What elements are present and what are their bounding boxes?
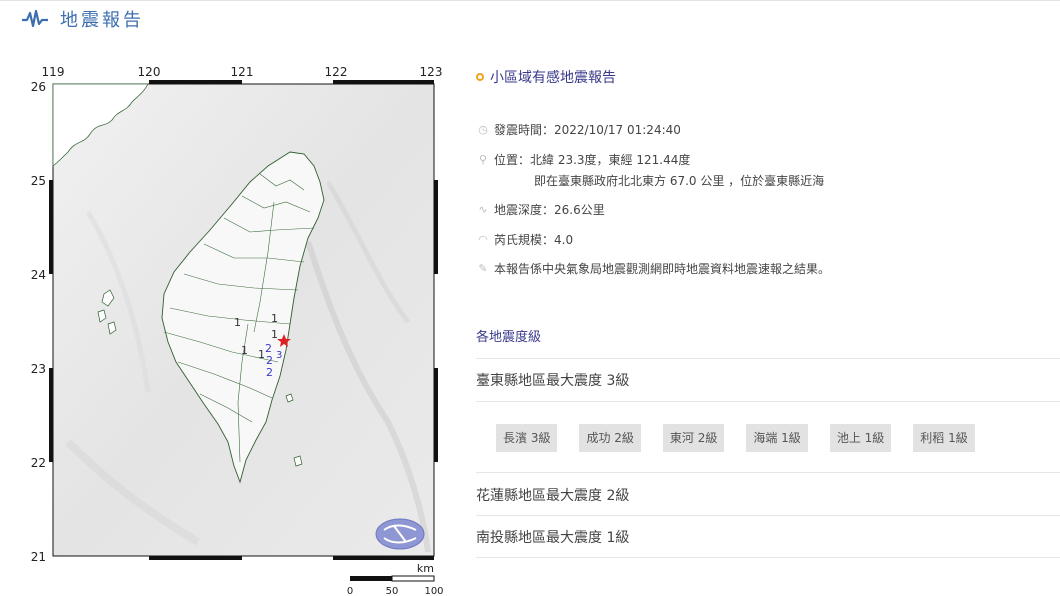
lat-label: 22 <box>31 456 46 470</box>
intensity-mark: 1 <box>234 316 241 329</box>
intensity-mark: 1 <box>271 328 278 341</box>
county-nantou-heading[interactable]: 南投縣地區最大震度 1級 <box>476 527 629 547</box>
lon-label: 121 <box>231 65 254 79</box>
scale-bar: km 0 50 100 <box>347 562 444 596</box>
station-chip-list: 長濱 3級 成功 2級 東河 2級 海端 1級 池上 1級 利稻 1級 <box>496 424 997 452</box>
quake-location: 北緯 23.3度，東經 121.44度 <box>530 153 691 167</box>
lat-label: 26 <box>31 80 46 94</box>
divider <box>476 515 1060 516</box>
earthquake-map[interactable]: 1 1 1 1 1 2 2 3 2 119 120 121 122 123 26… <box>28 62 448 596</box>
quake-depth: 26.6公里 <box>554 203 605 217</box>
report-title-text: 小區域有感地震報告 <box>490 70 616 86</box>
info-note: ✎ 本報告係中央氣象局地震觀測網即時地震資料地震速報之結果。 <box>476 262 830 276</box>
report-panel: 小區域有感地震報告 ◷ 發震時間：2022/10/17 01:24:40 ⚲ 位… <box>476 64 1060 558</box>
info-depth: ∿ 地震深度：26.6公里 <box>476 203 605 217</box>
station-chip[interactable]: 東河 2級 <box>662 424 725 452</box>
station-chip[interactable]: 長濱 3級 <box>496 424 558 452</box>
intensity-mark: 1 <box>258 348 265 361</box>
location-detail: 即在臺東縣政府北北東方 67.0 公里 ，位於臺東縣近海 <box>534 174 825 188</box>
scale-label: 0 <box>347 586 353 596</box>
lon-label: 119 <box>42 65 65 79</box>
divider <box>476 401 1060 402</box>
intensity-mark: 1 <box>241 344 248 357</box>
county-hualien-heading[interactable]: 花蓮縣地區最大震度 2級 <box>476 485 629 505</box>
scale-label: 100 <box>424 586 443 596</box>
station-chip[interactable]: 海端 1級 <box>746 424 808 452</box>
quake-time: 2022/10/17 01:24:40 <box>554 123 681 137</box>
top-divider <box>0 0 1060 1</box>
county-taitung-heading[interactable]: 臺東縣地區最大震度 3級 <box>476 370 629 390</box>
divider <box>476 557 1060 558</box>
info-location: ⚲ 位置：北緯 23.3度，東經 121.44度 <box>476 153 690 167</box>
lat-label: 23 <box>31 362 46 376</box>
lon-label: 123 <box>420 65 443 79</box>
rainbow-icon: ◠ <box>478 233 488 246</box>
lat-label: 24 <box>31 268 46 282</box>
divider <box>476 358 1060 359</box>
lat-label: 21 <box>31 550 46 564</box>
station-chip[interactable]: 成功 2級 <box>579 424 641 452</box>
page-title: 地震報告 <box>60 10 144 31</box>
report-note: 本報告係中央氣象局地震觀測網即時地震資料地震速報之結果。 <box>494 262 831 276</box>
intensity-mark: 1 <box>271 312 278 325</box>
wave-icon: ∿ <box>478 203 488 216</box>
station-chip[interactable]: 池上 1級 <box>829 424 892 452</box>
divider <box>476 472 1060 473</box>
location-pin-icon: ⚲ <box>478 153 488 166</box>
intensity-mark: 2 <box>266 366 273 379</box>
lon-label: 120 <box>138 65 161 79</box>
info-magnitude: ◠ 芮氏規模：4.0 <box>476 233 573 247</box>
seismograph-wave-icon <box>22 9 48 28</box>
station-chip[interactable]: 利稻 1級 <box>913 424 975 452</box>
report-title: 小區域有感地震報告 <box>476 64 1060 90</box>
quake-magnitude: 4.0 <box>554 233 574 247</box>
lon-label: 122 <box>325 65 348 79</box>
cwb-logo-icon <box>375 518 425 550</box>
pen-icon: ✎ <box>478 262 488 275</box>
scale-label: 50 <box>386 586 399 596</box>
page-header: 地震報告 <box>22 6 144 32</box>
scale-unit: km <box>417 562 434 575</box>
intensity-section-title: 各地震度級 <box>476 330 542 345</box>
lat-label: 25 <box>31 174 46 188</box>
clock-icon: ◷ <box>478 123 488 136</box>
intensity-mark: 3 <box>276 350 282 361</box>
bullet-dot-icon <box>476 73 484 81</box>
info-time: ◷ 發震時間：2022/10/17 01:24:40 <box>476 123 681 137</box>
